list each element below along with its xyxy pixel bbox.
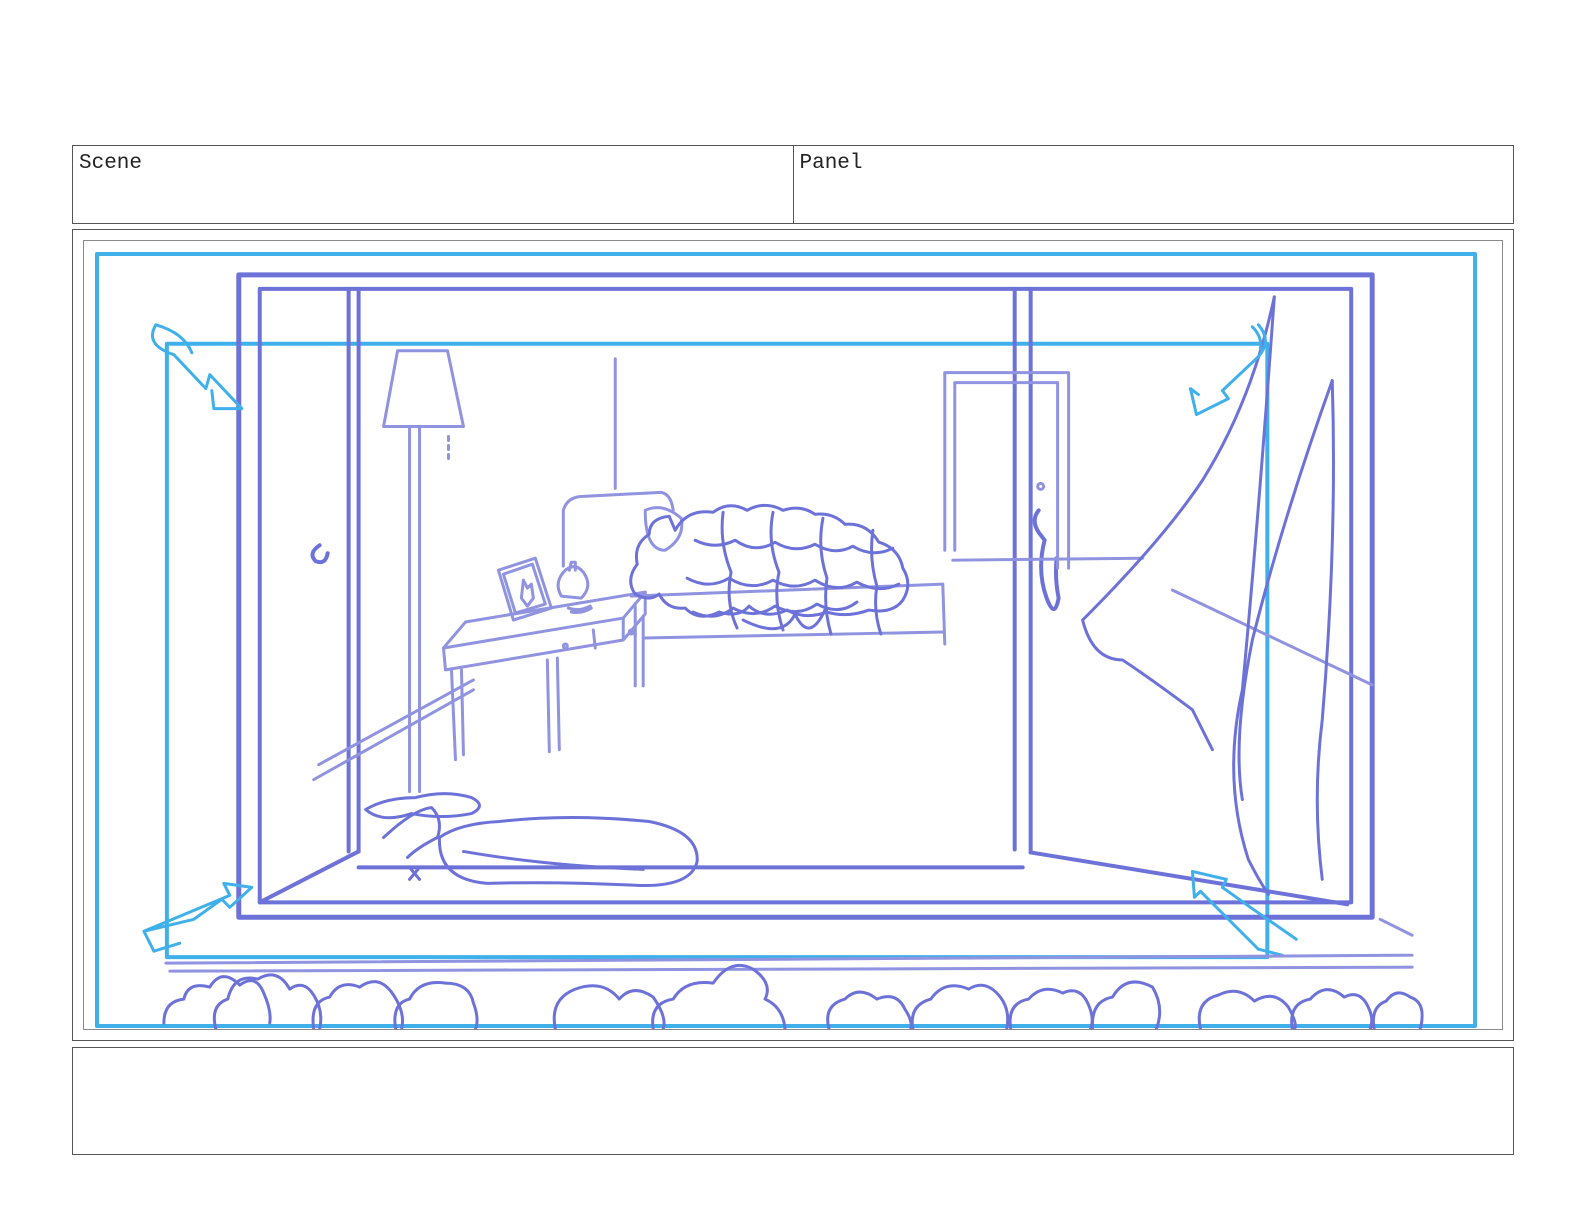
panel-drawing-area bbox=[83, 240, 1503, 1030]
vase bbox=[556, 560, 590, 600]
notes-box[interactable] bbox=[72, 1047, 1514, 1155]
right-door-panel bbox=[1012, 286, 1350, 907]
floor-lamp bbox=[382, 349, 465, 794]
storyboard-sketch bbox=[94, 251, 1478, 1029]
nightstand bbox=[441, 556, 647, 762]
arrow-bottom-left-icon bbox=[142, 881, 254, 953]
header-bar: Scene Panel bbox=[72, 145, 1514, 224]
exterior-ledge bbox=[164, 917, 1414, 973]
scene-label: Scene bbox=[79, 152, 143, 175]
floor-clothes bbox=[364, 792, 699, 887]
scene-cell[interactable]: Scene bbox=[73, 146, 793, 223]
storyboard-panel bbox=[72, 229, 1514, 1041]
interior-door bbox=[312, 357, 1374, 782]
floor-line bbox=[257, 849, 1025, 905]
comforter bbox=[629, 503, 910, 636]
bed bbox=[561, 490, 947, 646]
bushes bbox=[162, 964, 1424, 1029]
panel-label: Panel bbox=[799, 152, 863, 175]
arrow-bottom-right-icon bbox=[1190, 869, 1298, 957]
camera-push-arrows bbox=[142, 323, 1298, 957]
curtain bbox=[1081, 295, 1335, 896]
panel-cell[interactable]: Panel bbox=[792, 146, 1514, 223]
